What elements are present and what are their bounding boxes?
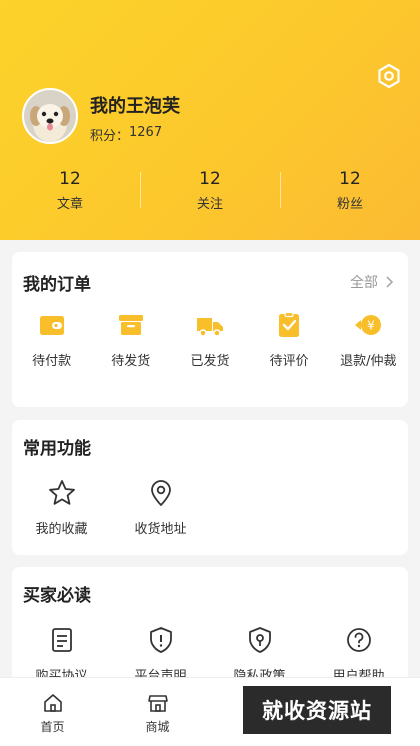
order-refund-arbitration[interactable]: ¥ 退款/仲裁 bbox=[329, 310, 408, 369]
document-icon bbox=[51, 628, 72, 652]
buyer-reading-title: 买家必读 bbox=[23, 586, 91, 606]
wallet-icon bbox=[39, 316, 64, 335]
order-status-label: 待发货 bbox=[111, 354, 151, 369]
functions-title: 常用功能 bbox=[23, 439, 91, 459]
privacy-shield-icon bbox=[248, 627, 271, 653]
chevron-right-icon bbox=[386, 276, 394, 288]
order-status-label: 退款/仲裁 bbox=[340, 354, 397, 369]
help-icon bbox=[346, 628, 371, 652]
function-label: 我的收藏 bbox=[35, 522, 88, 537]
review-icon bbox=[279, 311, 300, 337]
platform-statement-button[interactable]: 平台声明 bbox=[111, 625, 210, 684]
profile-stats: 12 文章 12 关注 12 粉丝 bbox=[0, 168, 420, 218]
avatar[interactable] bbox=[22, 88, 78, 144]
order-pending-review[interactable]: 待评价 bbox=[250, 310, 329, 369]
user-help-button[interactable]: 用户帮助 bbox=[309, 625, 408, 684]
username: 我的王泡芙 bbox=[90, 96, 180, 117]
order-shipped[interactable]: 已发货 bbox=[170, 310, 249, 369]
order-status-grid: 待付款 待发货 已发货 待评价 ¥ 退款/仲裁 bbox=[12, 310, 408, 369]
star-icon bbox=[48, 480, 75, 505]
stat-fans[interactable]: 12 粉丝 bbox=[280, 168, 420, 218]
orders-title: 我的订单 bbox=[23, 275, 91, 295]
order-status-label: 待评价 bbox=[269, 354, 309, 369]
tab-label: 商城 bbox=[145, 720, 170, 734]
functions-grid: 我的收藏 收货地址 bbox=[12, 478, 408, 537]
order-pending-shipment[interactable]: 待发货 bbox=[91, 310, 170, 369]
purchase-agreement-button[interactable]: 购买协议 bbox=[12, 625, 111, 684]
privacy-policy-button[interactable]: 隐私政策 bbox=[210, 625, 309, 684]
refund-icon: ¥ bbox=[355, 315, 382, 335]
order-status-label: 已发货 bbox=[190, 354, 230, 369]
orders-card: 我的订单 全部 待付款 待发货 已发货 待评价 ¥ 退款/仲裁 bbox=[12, 252, 408, 407]
stat-value: 12 bbox=[199, 169, 221, 189]
tab-home[interactable]: 首页 bbox=[0, 678, 105, 746]
order-status-label: 待付款 bbox=[32, 354, 72, 369]
stat-label: 关注 bbox=[196, 197, 223, 212]
stat-value: 12 bbox=[59, 169, 81, 189]
puppy-avatar-image bbox=[24, 90, 76, 142]
stat-value: 12 bbox=[339, 169, 361, 189]
shop-icon bbox=[147, 695, 168, 712]
function-label: 收货地址 bbox=[134, 522, 187, 537]
tab-shop[interactable]: 商城 bbox=[105, 678, 210, 746]
svg-text:¥: ¥ bbox=[368, 319, 376, 333]
functions-card: 常用功能 我的收藏 收货地址 bbox=[12, 420, 408, 555]
settings-gear-icon[interactable] bbox=[376, 63, 402, 89]
my-favorites-button[interactable]: 我的收藏 bbox=[12, 478, 111, 537]
home-icon bbox=[43, 694, 62, 712]
points-value: 1267 bbox=[129, 125, 163, 140]
tab-label: 首页 bbox=[40, 720, 65, 734]
order-pending-payment[interactable]: 待付款 bbox=[12, 310, 91, 369]
stat-following[interactable]: 12 关注 bbox=[140, 168, 280, 218]
location-icon bbox=[150, 480, 171, 506]
points-display: 积分： 1267 bbox=[90, 125, 162, 144]
watermark-banner: 就收资源站 bbox=[243, 686, 391, 734]
view-all-label: 全部 bbox=[350, 275, 378, 291]
shield-alert-icon bbox=[149, 627, 172, 653]
stat-articles[interactable]: 12 文章 bbox=[0, 168, 140, 218]
points-label: 积分： bbox=[90, 129, 130, 144]
orders-view-all-button[interactable]: 全部 bbox=[350, 272, 396, 292]
truck-icon bbox=[196, 318, 223, 337]
buyer-reading-grid: 购买协议 平台声明 隐私政策 用户帮助 bbox=[12, 625, 408, 684]
stat-label: 文章 bbox=[56, 197, 83, 212]
box-icon bbox=[118, 315, 143, 335]
stat-label: 粉丝 bbox=[336, 197, 363, 212]
shipping-address-button[interactable]: 收货地址 bbox=[111, 478, 210, 537]
